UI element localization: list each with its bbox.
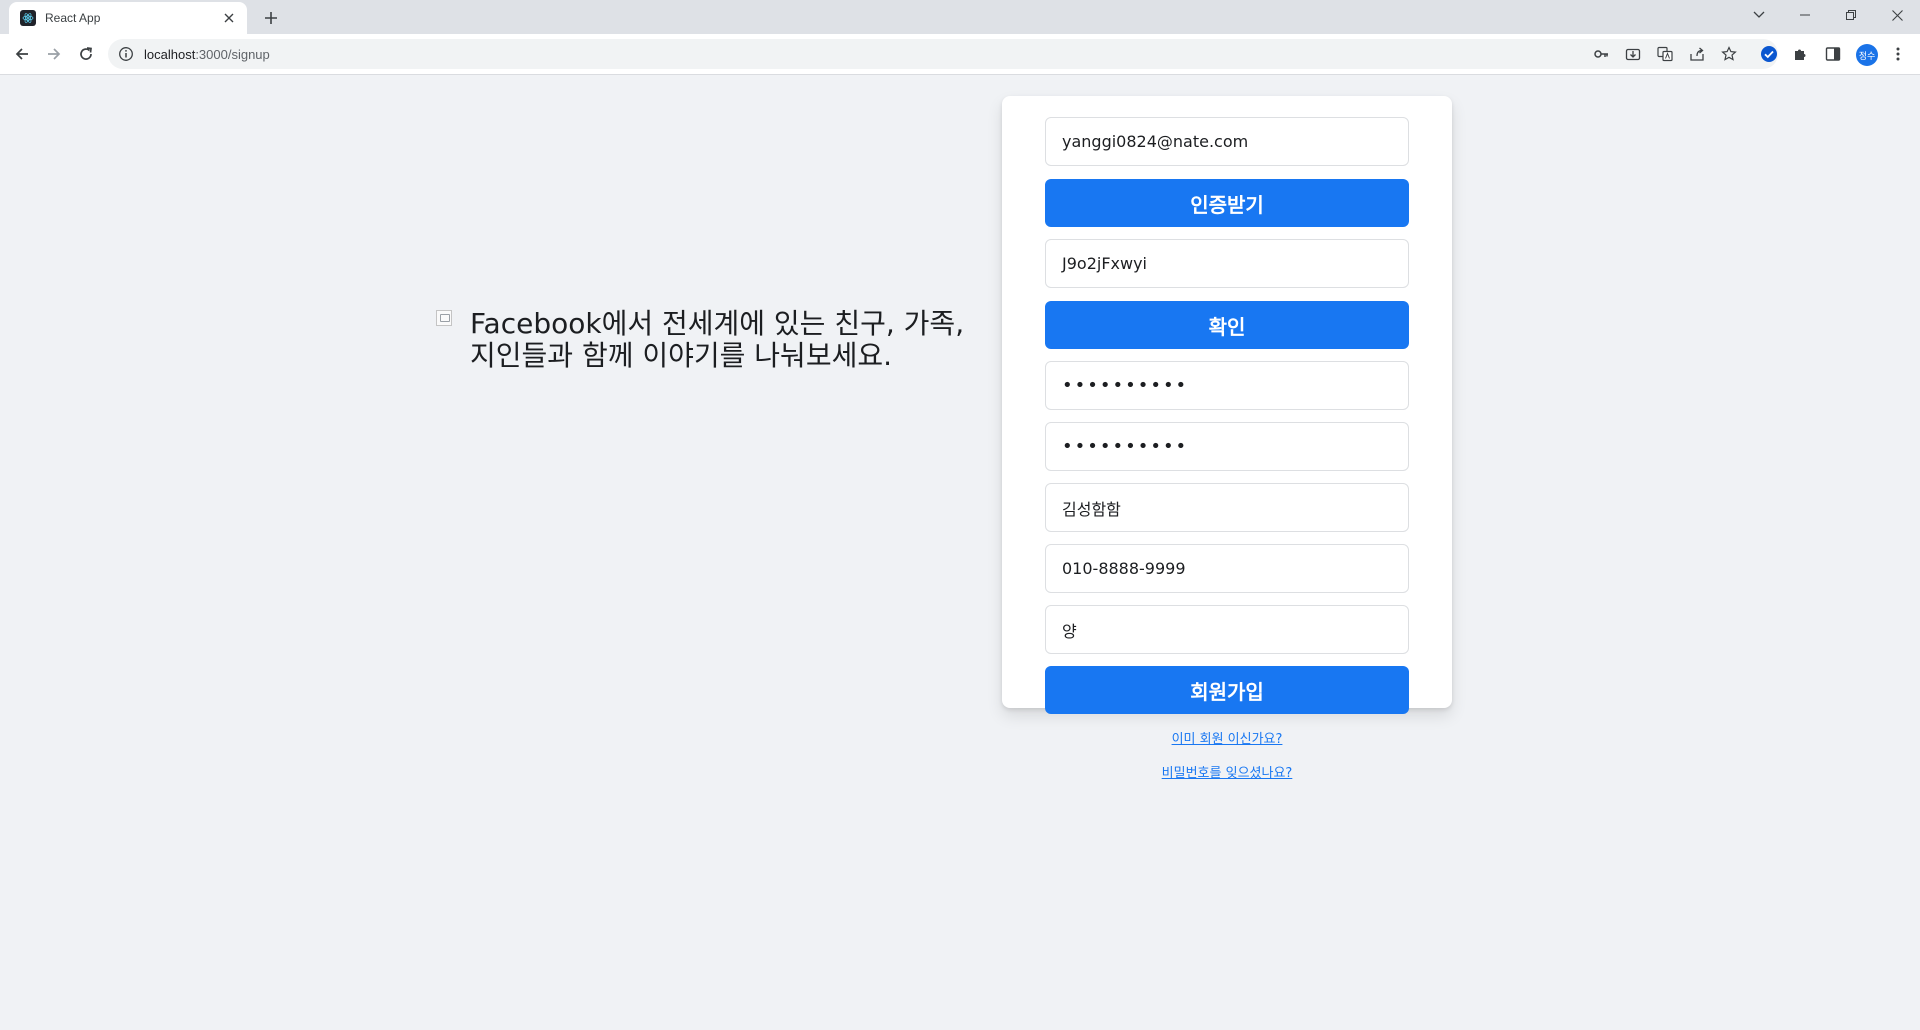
broken-logo-image	[436, 310, 452, 326]
url-host: localhost	[144, 46, 196, 62]
password-confirm-field[interactable]: ••••••••••	[1045, 422, 1409, 471]
signup-button[interactable]: 회원가입	[1045, 666, 1409, 714]
site-info-icon[interactable]	[118, 46, 134, 62]
install-app-icon[interactable]	[1623, 44, 1643, 64]
reload-icon[interactable]	[72, 40, 100, 68]
login-link[interactable]: 이미 회원 이신가요?	[1002, 728, 1452, 747]
tab-search-chevron-icon[interactable]	[1736, 0, 1782, 30]
name-field[interactable]: 김성함함	[1045, 483, 1409, 532]
page-content: Facebook에서 전세계에 있는 친구, 가족, 지인들과 함께 이야기를 …	[0, 76, 1920, 1030]
profile-avatar[interactable]: 정수	[1856, 44, 1878, 66]
email-field[interactable]: yanggi0824@nate.com	[1045, 117, 1409, 166]
tab-bar: React App	[0, 0, 1920, 34]
minimize-icon[interactable]	[1782, 0, 1828, 30]
url-path: :3000/signup	[195, 46, 270, 62]
translate-icon[interactable]	[1655, 44, 1675, 64]
menu-kebab-icon[interactable]	[1888, 44, 1908, 64]
new-tab-icon[interactable]	[258, 5, 284, 31]
url-text: localhost:3000/signup	[144, 47, 270, 62]
hero-text: Facebook에서 전세계에 있는 친구, 가족, 지인들과 함께 이야기를 …	[470, 307, 965, 372]
signup-card: yanggi0824@nate.com 인증받기 J9o2jFxwyi 확인 •…	[1002, 96, 1452, 714]
bookmark-star-icon[interactable]	[1719, 44, 1739, 64]
verify-request-button[interactable]: 인증받기	[1045, 179, 1409, 227]
forgot-password-link[interactable]: 비밀번호를 잊으셨나요?	[1002, 762, 1452, 781]
tab-title: React App	[45, 11, 101, 25]
react-favicon-icon	[20, 10, 36, 26]
confirm-code-button[interactable]: 확인	[1045, 301, 1409, 349]
share-icon[interactable]	[1687, 44, 1707, 64]
password-field[interactable]: ••••••••••	[1045, 361, 1409, 410]
phone-field[interactable]: 010-8888-9999	[1045, 544, 1409, 593]
side-panel-icon[interactable]	[1823, 44, 1843, 64]
address-bar[interactable]: localhost:3000/signup	[108, 39, 1778, 69]
verification-code-field[interactable]: J9o2jFxwyi	[1045, 239, 1409, 288]
close-window-icon[interactable]	[1874, 0, 1920, 30]
forward-arrow-icon[interactable]	[40, 40, 68, 68]
restore-icon[interactable]	[1828, 0, 1874, 30]
extensions-puzzle-icon[interactable]	[1791, 44, 1811, 64]
browser-toolbar: localhost:3000/signup 정수	[0, 34, 1920, 75]
tab-react-app[interactable]: React App	[9, 2, 247, 34]
hero-section: Facebook에서 전세계에 있는 친구, 가족, 지인들과 함께 이야기를 …	[436, 308, 966, 372]
extension-check-icon[interactable]	[1759, 44, 1779, 64]
nickname-field[interactable]: 양	[1045, 605, 1409, 654]
password-key-icon[interactable]	[1591, 44, 1611, 64]
tab-close-icon[interactable]	[219, 8, 239, 28]
back-arrow-icon[interactable]	[8, 40, 36, 68]
